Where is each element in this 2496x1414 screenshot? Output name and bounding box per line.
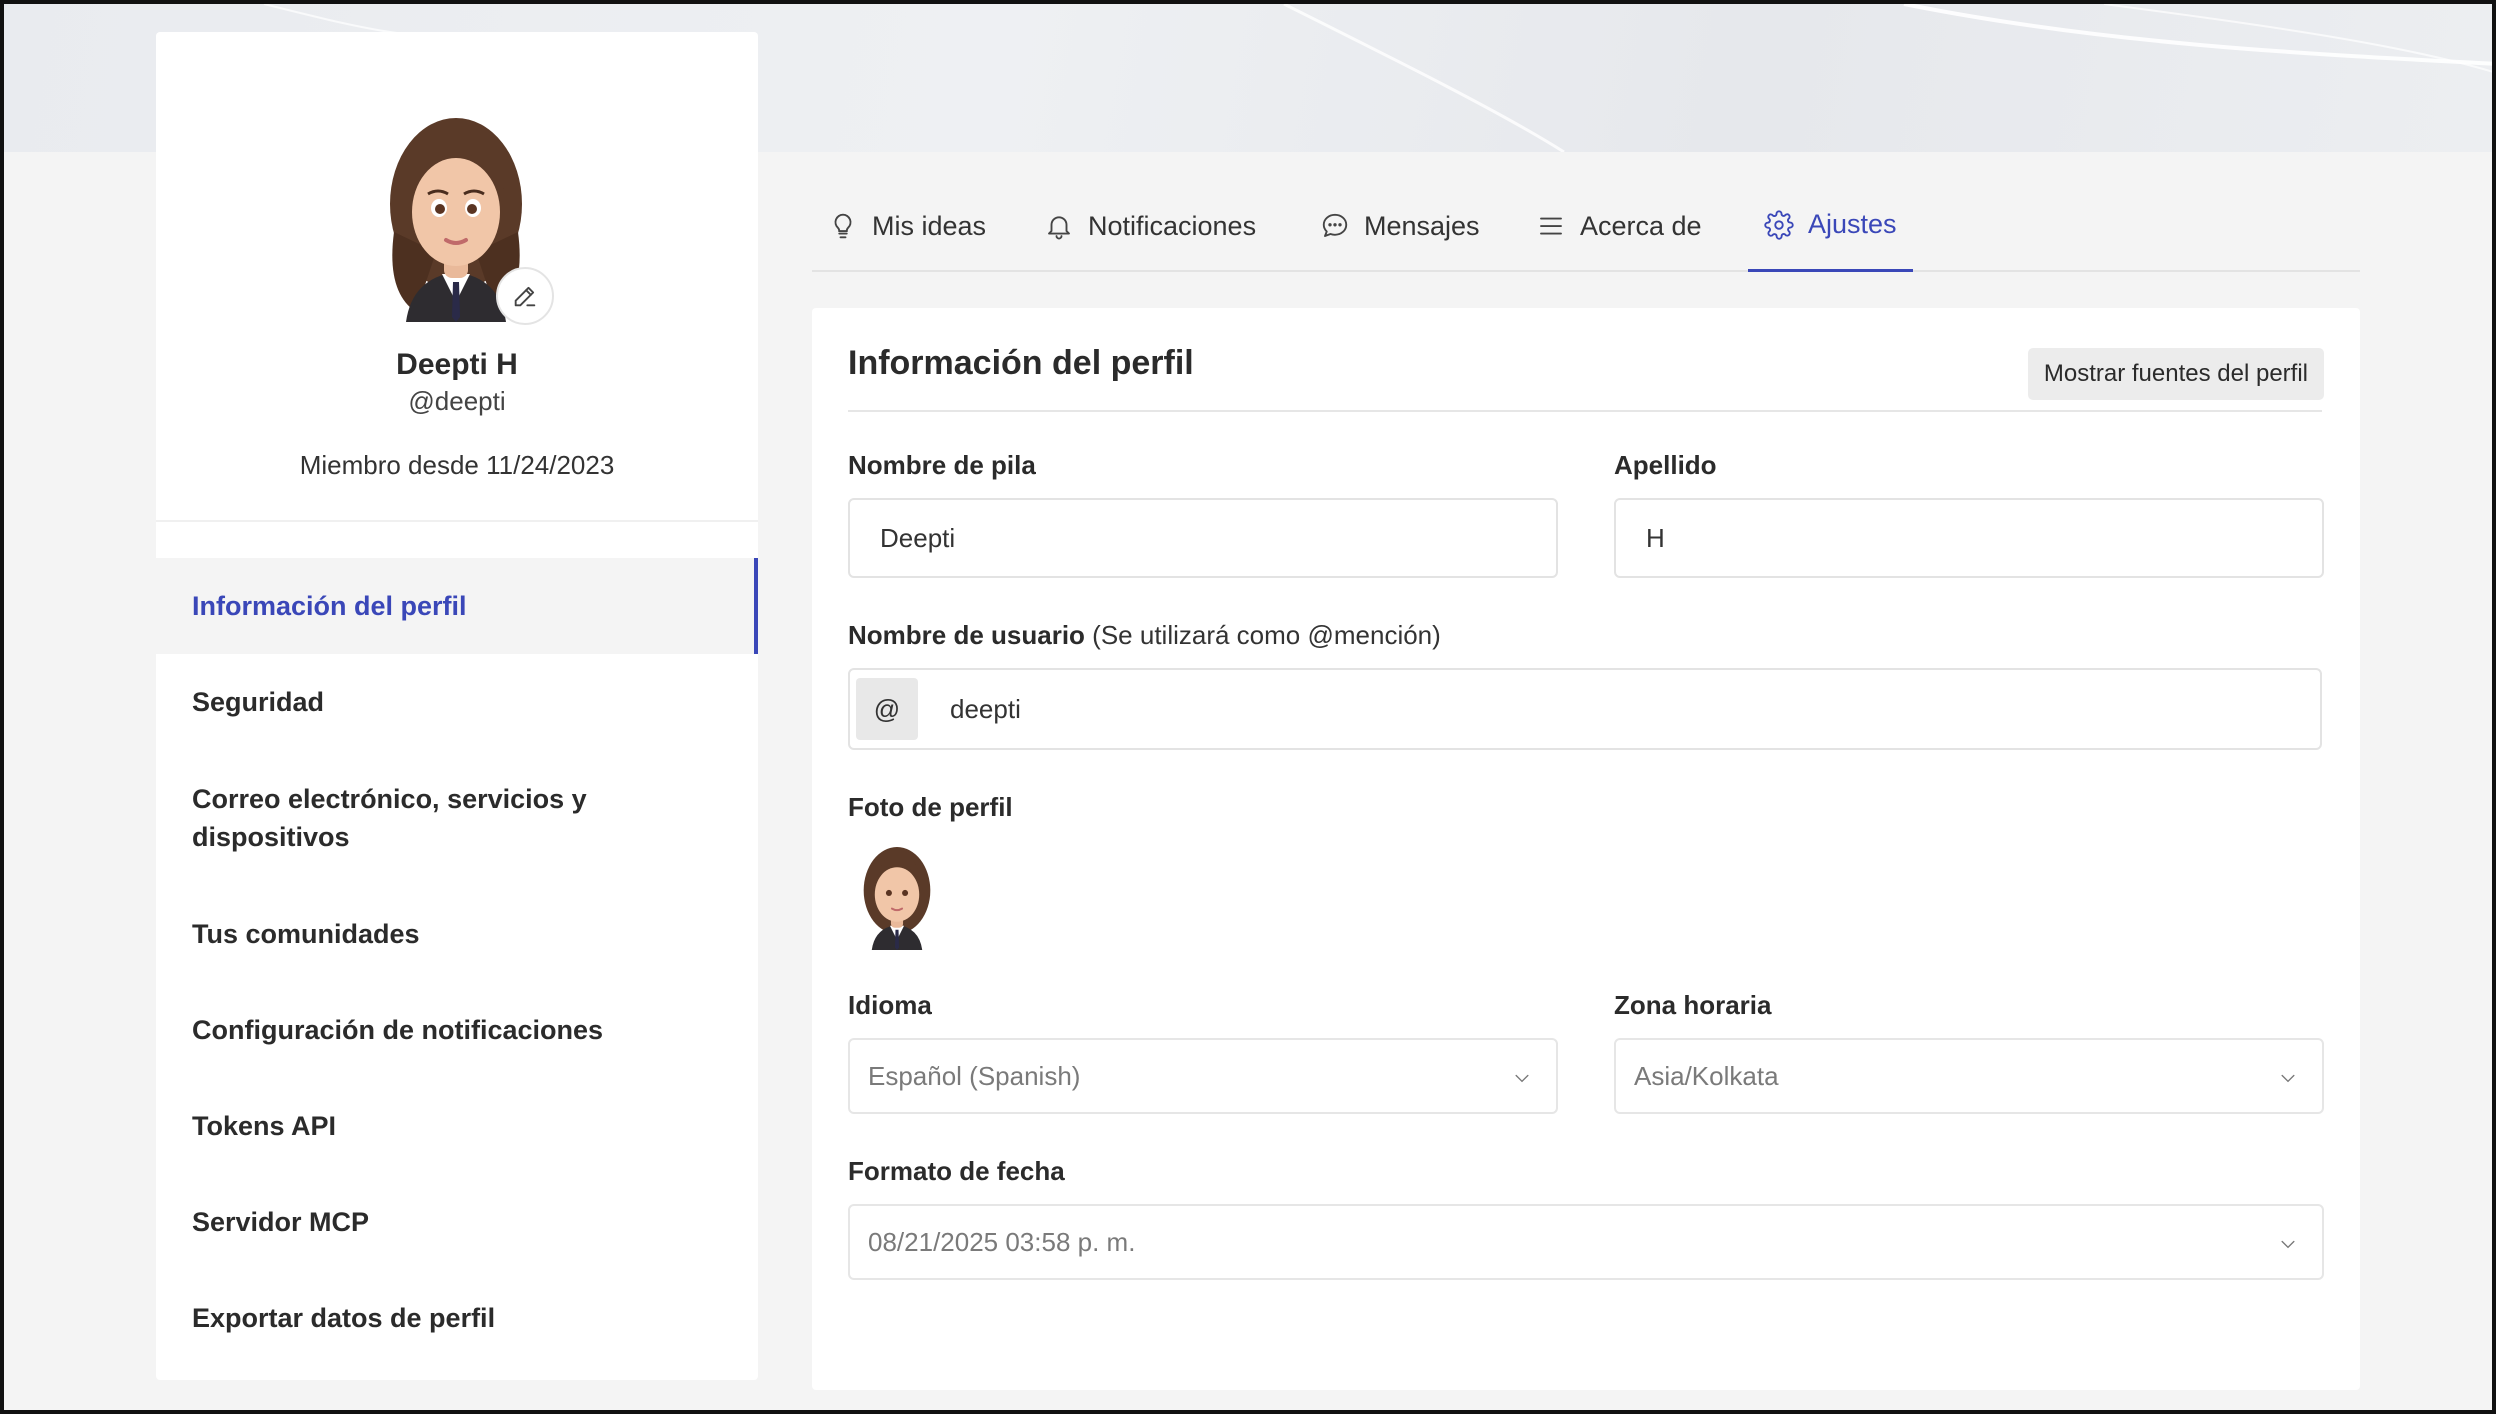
sidebar-item-export-profile-data[interactable]: Exportar datos de perfil — [156, 1270, 758, 1366]
profile-name: Deepti H — [396, 348, 518, 381]
tab-label: Acerca de — [1580, 210, 1702, 241]
show-profile-sources-button[interactable]: Mostrar fuentes del perfil — [2027, 348, 2324, 400]
tab-label: Mis ideas — [872, 210, 987, 241]
tab-label: Mensajes — [1364, 210, 1480, 241]
edit-avatar-button[interactable] — [496, 267, 554, 325]
tab-messages[interactable]: Mensajes — [1320, 180, 1480, 272]
profile-photo-thumbnail[interactable] — [856, 844, 938, 950]
member-since-text: Miembro desde 11/24/2023 — [299, 450, 615, 480]
sidebar-item-email-services-devices[interactable]: Correo electrónico, servicios y disposit… — [156, 750, 758, 886]
menu-lines-icon — [1540, 217, 1562, 235]
date-format-select[interactable]: 08/21/2025 03:58 p. m. — [848, 1204, 2324, 1280]
tab-my-ideas[interactable]: Mis ideas — [828, 180, 986, 272]
profile-photo-label: Foto de perfil — [848, 792, 1013, 822]
sidebar-divider — [156, 520, 758, 522]
sidebar-item-profile-info[interactable]: Información del perfil — [156, 558, 758, 654]
date-format-select-value: 08/21/2025 03:58 p. m. — [868, 1226, 1136, 1257]
section-divider — [848, 410, 2322, 412]
username-label: Nombre de usuario (Se utilizará como @me… — [848, 620, 1441, 651]
chat-bubble-icon — [1322, 213, 1348, 237]
sidebar-item-security[interactable]: Seguridad — [156, 654, 758, 750]
profile-info-form-card: Información del perfil Mostrar fuentes d… — [812, 308, 2360, 1390]
language-label: Idioma — [848, 990, 932, 1020]
pencil-icon — [514, 286, 536, 307]
timezone-select[interactable]: Asia/Kolkata — [1614, 1038, 2324, 1114]
tab-notifications[interactable]: Notificaciones — [1044, 180, 1256, 272]
date-format-label: Formato de fecha — [848, 1156, 1065, 1186]
sidebar-item-label: Información del perfil — [192, 591, 467, 621]
tab-label: Notificaciones — [1088, 210, 1257, 241]
tab-about[interactable]: Acerca de — [1536, 180, 1702, 272]
sidebar-item-api-tokens[interactable]: Tokens API — [156, 1078, 758, 1174]
username-label-note: (Se utilizará como @mención) — [1092, 620, 1441, 650]
chevron-down-icon — [2281, 1074, 2295, 1083]
last-name-field[interactable] — [1614, 498, 2324, 578]
sidebar-item-notification-settings[interactable]: Configuración de notificaciones — [156, 982, 758, 1078]
sidebar-item-mcp-server[interactable]: Servidor MCP — [156, 1174, 758, 1270]
section-title: Información del perfil — [848, 344, 1194, 382]
profile-avatar-container — [376, 112, 554, 325]
chevron-down-icon — [1515, 1074, 1529, 1083]
at-prefix: @ — [856, 678, 918, 740]
timezone-select-value: Asia/Kolkata — [1634, 1060, 1779, 1091]
settings-sidebar-nav: Información del perfil Seguridad Correo … — [156, 558, 758, 1366]
sidebar-item-label: Configuración de notificaciones — [192, 1015, 604, 1045]
sidebar-item-label: Tus comunidades — [192, 919, 420, 949]
username-label-text: Nombre de usuario — [848, 620, 1085, 650]
lightbulb-icon — [834, 213, 852, 239]
sidebar-item-communities[interactable]: Tus comunidades — [156, 886, 758, 982]
profile-tabs: Mis ideas Notificaciones Mensajes Acerca… — [812, 180, 2360, 272]
chevron-down-icon — [2281, 1240, 2295, 1249]
app-frame: Deepti H @deepti Miembro desde 11/24/202… — [0, 0, 2496, 1414]
sidebar-item-label: Correo electrónico, servicios y disposit… — [192, 784, 587, 852]
sidebar-item-label: Seguridad — [192, 687, 325, 717]
sidebar-item-label: Exportar datos de perfil — [192, 1303, 496, 1333]
profile-sidebar-card: Deepti H @deepti Miembro desde 11/24/202… — [156, 32, 758, 1380]
bell-icon — [1048, 216, 1070, 240]
profile-handle: @deepti — [408, 386, 506, 416]
first-name-label: Nombre de pila — [848, 450, 1036, 480]
sidebar-item-label: Tokens API — [192, 1111, 337, 1141]
sidebar-item-label: Servidor MCP — [192, 1207, 370, 1237]
username-field[interactable] — [950, 678, 2290, 740]
last-name-label: Apellido — [1614, 450, 1717, 480]
tab-label: Ajustes — [1808, 209, 1897, 239]
tab-settings[interactable]: Ajustes — [1748, 180, 1913, 272]
first-name-field[interactable] — [848, 498, 1558, 578]
gear-icon — [1764, 209, 1794, 240]
language-select-value: Español (Spanish) — [868, 1060, 1081, 1091]
timezone-label: Zona horaria — [1614, 990, 1772, 1020]
username-field-group: @ — [848, 668, 2322, 750]
language-select[interactable]: Español (Spanish) — [848, 1038, 1558, 1114]
